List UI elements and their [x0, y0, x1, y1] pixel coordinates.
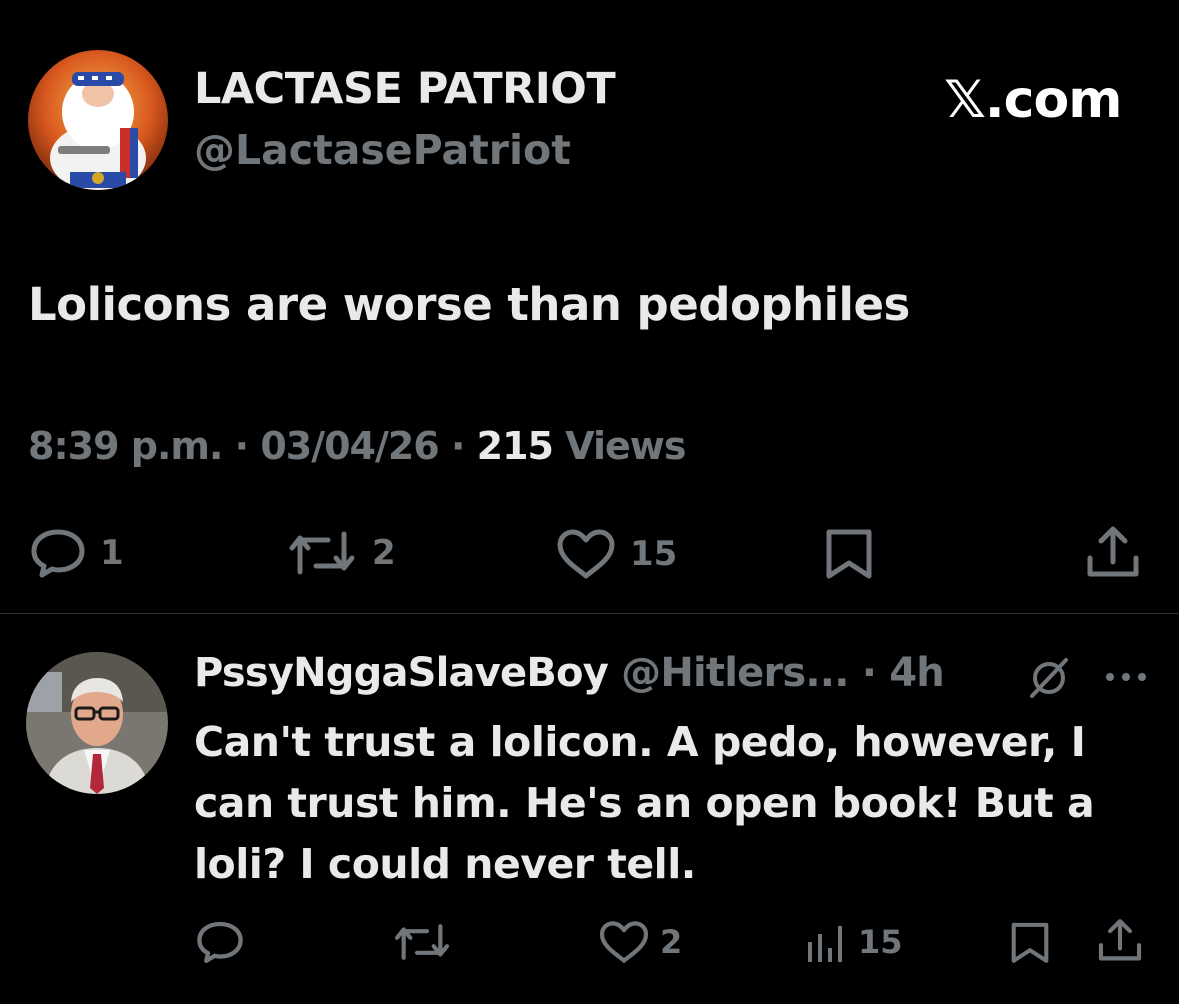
views-icon: [804, 920, 848, 964]
more-icon: [1104, 670, 1148, 684]
like-button[interactable]: 15: [556, 528, 677, 580]
repost-icon: [286, 528, 358, 578]
views-count[interactable]: 215: [477, 424, 554, 468]
tweet-date: 03/04/26: [260, 424, 439, 468]
share-button[interactable]: [1084, 524, 1142, 582]
divider: [0, 613, 1179, 614]
meta-separator: ·: [438, 424, 477, 468]
reply-repost-button[interactable]: [392, 920, 462, 964]
repost-button[interactable]: 2: [286, 528, 396, 578]
tweet-time: 8:39 p.m.: [28, 424, 223, 468]
like-icon: [556, 528, 616, 580]
reply-display-name[interactable]: PssyNggaSlaveBoy: [194, 650, 609, 696]
tweet-meta: 8:39 p.m. · 03/04/26 · 215 Views: [28, 424, 686, 468]
bookmark-icon: [822, 526, 876, 580]
tweet-text: Lolicons are worse than pedophiles: [28, 278, 910, 331]
author-avatar[interactable]: [28, 50, 168, 190]
reply-button[interactable]: 1: [30, 528, 124, 578]
bookmark-icon: [1008, 918, 1052, 966]
reply-header: PssyNggaSlaveBoy @Hitlers... · 4h: [194, 650, 945, 696]
bookmark-button[interactable]: [822, 526, 876, 580]
reply-separator: ·: [848, 650, 890, 696]
grok-button[interactable]: [1026, 656, 1072, 698]
share-icon: [1084, 524, 1142, 582]
reply-like-button[interactable]: 2: [598, 920, 682, 964]
reply-bookmark-button[interactable]: [1008, 918, 1052, 966]
reply-views-count: 15: [858, 923, 903, 961]
share-icon: [1096, 916, 1144, 966]
author-display-name[interactable]: LACTASE PATRIOT: [194, 64, 616, 114]
reply-count: 1: [100, 533, 124, 573]
reply-share-button[interactable]: [1096, 916, 1144, 966]
like-icon: [598, 920, 650, 964]
like-count: 15: [630, 534, 678, 574]
reply-timestamp[interactable]: 4h: [889, 650, 945, 696]
reply-handle[interactable]: @Hitlers...: [608, 650, 849, 696]
reply-views-button[interactable]: 15: [804, 920, 903, 964]
grok-icon: [1026, 656, 1072, 698]
reply-like-count: 2: [660, 923, 683, 961]
meta-separator: ·: [222, 424, 261, 468]
views-label[interactable]: Views: [553, 424, 686, 468]
x-logo-watermark: 𝕏.com: [944, 70, 1122, 130]
repost-icon: [392, 920, 452, 964]
reply-text: Can't trust a lolicon. A pedo, however, …: [194, 718, 1095, 888]
reply-reply-button[interactable]: [196, 920, 254, 964]
repost-count: 2: [372, 533, 396, 573]
reply-author-avatar[interactable]: [26, 652, 168, 794]
reply-icon: [196, 920, 244, 964]
author-handle[interactable]: @LactasePatriot: [194, 126, 571, 174]
more-button[interactable]: [1104, 670, 1148, 684]
reply-icon: [30, 528, 86, 578]
